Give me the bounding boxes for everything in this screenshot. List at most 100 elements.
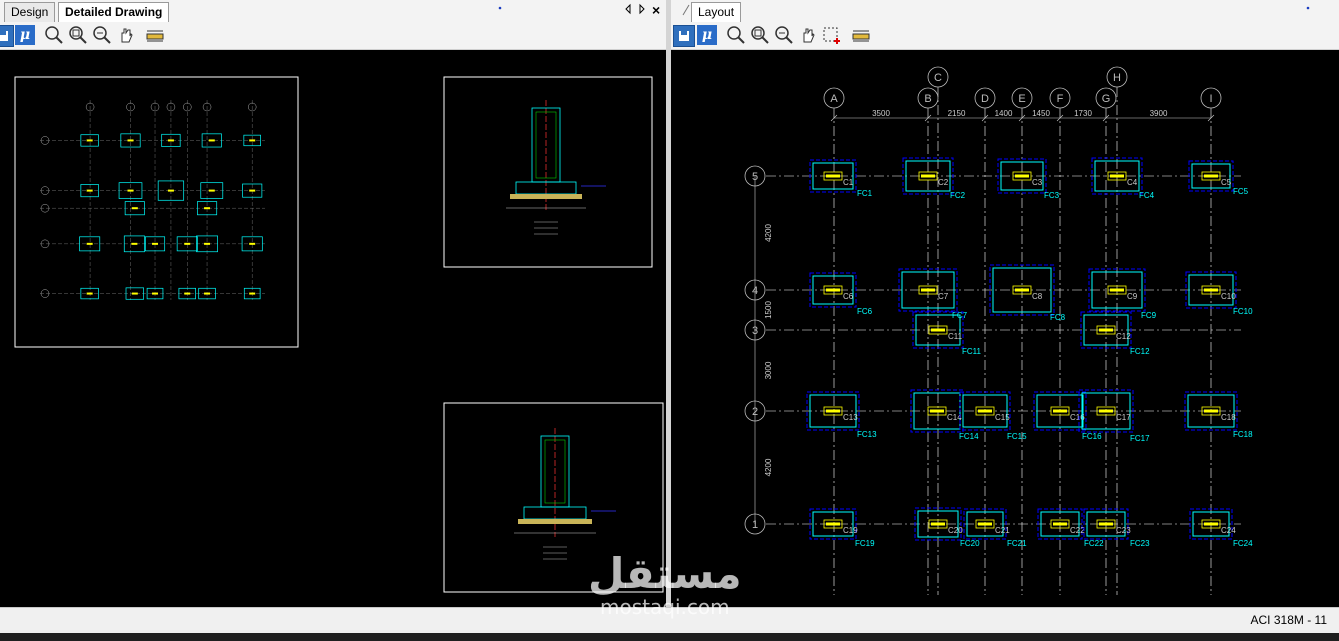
pan-icon[interactable] (798, 25, 818, 45)
y-dimension-text: 3000 (764, 361, 773, 379)
x-dimension-text: 1450 (1032, 109, 1050, 118)
footing-section-2 (514, 428, 616, 560)
mini-column (184, 292, 191, 295)
footing-fc4: C4FC4 (1091, 157, 1155, 200)
mini-column (249, 189, 256, 192)
column-label: C2 (938, 178, 949, 187)
mini-column (249, 242, 256, 245)
tab-detailed-drawing[interactable]: Detailed Drawing (58, 2, 170, 22)
mini-column (86, 189, 93, 192)
tab-arrow-icon[interactable] (681, 3, 691, 20)
column-label: C18 (1221, 413, 1236, 422)
save-icon[interactable] (673, 25, 695, 47)
left-tab-bar: Design Detailed Drawing × (0, 0, 666, 23)
column-bar (1099, 409, 1113, 413)
column-bar (1110, 174, 1124, 178)
column-bar (1099, 328, 1113, 332)
plan-sheet-frame (14, 76, 299, 348)
zoom-window-icon[interactable] (68, 25, 88, 45)
footing-fc8: C8 FC8 (989, 264, 1066, 322)
pan-icon[interactable] (116, 25, 136, 45)
footing-label: FC24 (1233, 539, 1253, 548)
column-bar (1099, 522, 1113, 526)
footings: C1FC1C2FC2C3FC3C4FC4C5FC5C6FC6C7FC7C8FC8… (806, 157, 1253, 548)
column-label: C1 (843, 178, 854, 187)
footing-label: FC22 (1084, 539, 1104, 548)
column-label: C15 (995, 413, 1010, 422)
column-bar (978, 409, 992, 413)
column-label: C12 (1116, 332, 1131, 341)
mini-column (127, 189, 134, 192)
mini-column (249, 292, 256, 295)
column-label: C21 (995, 526, 1010, 535)
column-bar (921, 174, 935, 178)
column-label: C5 (1221, 178, 1232, 187)
zoom-icon[interactable] (726, 25, 746, 45)
x-dimension-text: 1730 (1074, 109, 1092, 118)
detailed-drawing-pane: Design Detailed Drawing × μ (0, 0, 666, 607)
column-label: C17 (1116, 413, 1131, 422)
footing-label: FC23 (1130, 539, 1150, 548)
column-bar (826, 288, 840, 292)
footing-label: FC16 (1082, 432, 1102, 441)
right-tab-bar: Layout (671, 0, 1339, 23)
footing-label: FC18 (1233, 430, 1253, 439)
footing-label: FC6 (857, 307, 873, 316)
column-bar (978, 522, 992, 526)
mu-icon[interactable]: μ (15, 25, 35, 45)
footing-label: FC17 (1130, 434, 1150, 443)
column-bar (931, 328, 945, 332)
column-label: C16 (1070, 413, 1085, 422)
close-icon[interactable]: × (652, 2, 660, 18)
footing-fc5: C5FC5 (1188, 160, 1249, 196)
grid-label-e: E (1018, 93, 1025, 105)
zoom-extents-icon[interactable] (92, 25, 112, 45)
column-label: C8 (1032, 292, 1043, 301)
zoom-icon[interactable] (44, 25, 64, 45)
mini-column (152, 242, 159, 245)
footing-fc11: C11 FC11 (912, 311, 982, 356)
layout-canvas[interactable]: ABCDEFGHI54321 3500 2150 1400 1450 1730 3900 4… (671, 50, 1339, 607)
scroll-left-icon[interactable] (624, 3, 632, 18)
column-label: C11 (948, 332, 963, 341)
column-bar (826, 409, 840, 413)
measure-icon[interactable] (145, 25, 165, 45)
column-bar (1204, 288, 1218, 292)
measure-icon[interactable] (851, 25, 871, 45)
x-dimension-text: 1400 (995, 109, 1013, 118)
select-window-icon[interactable] (822, 25, 842, 45)
scroll-right-icon[interactable] (638, 3, 646, 18)
lean-concrete (510, 194, 582, 199)
mini-column (131, 242, 138, 245)
mini-column (131, 292, 138, 295)
footing-label: FC15 (1007, 432, 1027, 441)
tab-design[interactable]: Design (4, 2, 56, 22)
save-icon[interactable] (0, 25, 14, 47)
column-label: C4 (1127, 178, 1138, 187)
column-label: C20 (948, 526, 963, 535)
left-toolbar: μ (0, 22, 666, 50)
zoom-extents-icon[interactable] (774, 25, 794, 45)
y-dimension-text: 4200 (764, 458, 773, 476)
grid-label-a: A (830, 93, 838, 105)
y-dimension-text: 4200 (764, 224, 773, 242)
column-bar (1015, 174, 1029, 178)
footing-fc3: C3FC3 (997, 158, 1060, 200)
footing-section-1 (506, 100, 606, 235)
pin-icon[interactable] (497, 3, 503, 15)
footing-fc19: C19 FC19 (809, 508, 875, 548)
mini-column (86, 292, 93, 295)
zoom-window-icon[interactable] (750, 25, 770, 45)
footing-fc1: C1FC1 (809, 159, 873, 198)
lean-concrete (518, 519, 592, 524)
column-label: C6 (843, 292, 854, 301)
mu-icon[interactable]: μ (697, 25, 717, 45)
footing-label: FC4 (1139, 191, 1155, 200)
column-bar (1015, 288, 1029, 292)
column-label: C7 (938, 292, 949, 301)
pin-icon[interactable] (1305, 3, 1311, 15)
tab-layout[interactable]: Layout (691, 2, 742, 22)
footing-fc12: C12 FC12 (1080, 311, 1150, 356)
detailed-drawing-canvas[interactable] (0, 50, 666, 607)
grid-label-g: G (1102, 93, 1111, 105)
